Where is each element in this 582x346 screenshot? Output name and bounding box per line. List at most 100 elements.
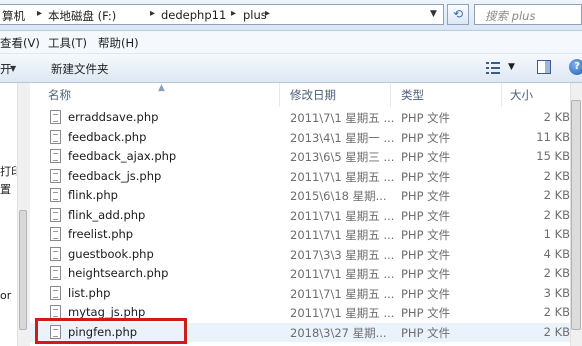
sort-ascending-icon: ▲ [158,83,165,93]
file-date: 2011\7\1 星期五 ... [290,208,395,223]
file-size: 2 KB [543,324,570,339]
php-file-icon [50,168,61,183]
file-name: flink_add.php [68,207,146,222]
file-size: 2 KB [543,305,570,319]
file-row[interactable]: heightsearch.php 2011\7\1 星期五 ... PHP 文件 2 … [30,264,570,284]
file-size: 2 KB [543,266,570,280]
breadcrumb-separator-icon[interactable]: ▸ [231,8,236,19]
breadcrumb-computer[interactable]: 算机 [2,8,25,24]
file-date: 2011\7\1 星期五 ... [290,267,395,281]
highlight-annotation [35,318,187,344]
file-row[interactable]: erraddsave.php 2011\7\1 星期五 ... PHP 文件 2 KB [30,108,570,128]
file-type: PHP 文件 [401,169,451,184]
file-type: PHP 文件 [401,306,451,320]
file-type: PHP 文件 [401,228,451,242]
breadcrumb-separator-icon[interactable]: ▸ [37,8,42,19]
view-options-icon[interactable] [486,62,500,74]
help-icon[interactable]: ? [569,59,582,75]
file-name: feedback.php [68,129,147,144]
php-file-icon [50,207,61,222]
file-type: PHP 文件 [401,325,451,340]
file-row[interactable]: list.php 2011\7\1 星期五 ... PHP 文件 3 KB [30,284,570,304]
column-size-label: 大小 [510,88,533,102]
file-row[interactable]: guestbook.php 2017\3\3 星期五 ... PHP 文件 4 KB [30,245,570,265]
php-file-icon [50,305,61,319]
column-type-label: 类型 [401,88,424,102]
toolbar: 开 ▼ 新建文件夹 ▼ ? [0,54,582,83]
column-header-date[interactable]: 修改日期 [280,83,391,107]
file-date: 2011\7\1 星期五 ... [290,111,395,125]
breadcrumb-separator-icon[interactable]: ▸ [265,8,270,19]
chevron-down-icon[interactable]: ▼ [430,9,437,19]
nav-scrollbar-thumb[interactable] [19,210,27,330]
file-name: guestbook.php [68,246,154,261]
php-file-icon [50,188,61,202]
file-date: 2011\7\1 星期五 ... [290,286,395,301]
file-date: 2011\7\1 星期五 ... [290,169,395,184]
php-file-icon [50,129,61,144]
file-name: freelist.php [68,227,134,241]
php-file-icon [50,110,61,124]
php-file-icon [50,266,61,280]
php-file-icon [50,149,61,163]
address-bar[interactable]: 算机 ▸ 本地磁盘 (F:) ▸ dedephp11 ▸ plus ▸ ▼ [0,4,444,25]
search-input[interactable]: 搜索 plus [474,4,582,25]
file-name: erraddsave.php [68,110,159,124]
nav-item[interactable]: or [0,289,11,302]
nav-item[interactable]: 置 [0,181,11,197]
file-type: PHP 文件 [401,130,451,145]
chevron-down-icon[interactable]: ▼ [508,62,515,72]
column-header-type[interactable]: 类型 [391,83,502,107]
column-date-label: 修改日期 [290,88,336,102]
preview-pane-icon[interactable] [537,60,551,74]
column-header-name[interactable]: 名称 [30,83,280,107]
file-name: heightsearch.php [68,266,169,280]
file-list-scrollbar-thumb[interactable] [571,100,581,330]
breadcrumb-local-disk[interactable]: 本地磁盘 (F:) [48,8,116,24]
file-type: PHP 文件 [401,189,451,203]
file-type: PHP 文件 [401,208,451,223]
menu-tools[interactable]: 工具(T) [48,35,87,51]
file-name: feedback_ajax.php [68,149,177,163]
file-row[interactable]: freelist.php 2011\7\1 星期五 ... PHP 文件 1 KB [30,225,570,245]
file-date: 2011\7\1 星期五 ... [290,228,395,242]
file-date: 2015\6\18 星期... [290,189,387,203]
file-row[interactable]: feedback.php 2013\4\1 星期一 ... PHP 文件 11 KB [30,128,570,148]
file-date: 2011\7\1 星期五 ... [290,306,395,320]
php-file-icon [50,227,61,241]
file-type: PHP 文件 [401,267,451,281]
menu-bar: 查看(V) 工具(T) 帮助(H) [0,31,582,54]
file-type: PHP 文件 [401,286,451,301]
file-name: list.php [68,285,111,300]
breadcrumb-plus[interactable]: plus [243,8,267,22]
file-row[interactable]: flink_add.php 2011\7\1 星期五 ... PHP 文件 2 KB [30,206,570,226]
file-size: 2 KB [543,207,570,222]
menu-view[interactable]: 查看(V) [0,35,40,51]
file-name: mytag_js.php [68,305,146,319]
file-size: 3 KB [543,285,570,300]
menu-help[interactable]: 帮助(H) [98,35,139,51]
breadcrumb-separator-icon[interactable]: ▸ [150,8,155,19]
file-name: feedback_js.php [68,168,162,183]
refresh-button[interactable]: ⟲ [447,4,469,25]
new-folder-button[interactable]: 新建文件夹 [51,61,109,77]
file-size: 2 KB [543,188,570,202]
column-name-label: 名称 [48,88,71,102]
address-bar-row: 算机 ▸ 本地磁盘 (F:) ▸ dedephp11 ▸ plus ▸ ▼ ⟲ … [0,0,582,31]
file-date: 2017\3\3 星期五 ... [290,247,395,262]
refresh-icon: ⟲ [452,7,464,21]
breadcrumb-dedephp11[interactable]: dedephp11 [161,8,226,22]
chevron-down-icon[interactable]: ▼ [10,64,16,73]
file-type: PHP 文件 [401,111,451,125]
column-header-size[interactable]: 大小 [502,83,570,107]
file-row[interactable]: feedback_js.php 2011\7\1 星期五 ... PHP 文件 2 K… [30,167,570,187]
file-size: 2 KB [543,168,570,183]
file-row[interactable]: feedback_ajax.php 2013\6\5 星期三 ... PHP 文件 1… [30,147,570,167]
file-row[interactable]: flink.php 2015\6\18 星期... PHP 文件 2 KB [30,186,570,206]
file-size: 4 KB [543,246,570,261]
file-list: 名称 ▲ 修改日期 类型 大小 erraddsave.php 2011\7\1 星… [30,83,570,346]
file-type: PHP 文件 [401,150,451,164]
file-size: 15 KB [536,149,570,163]
file-date: 2018\3\27 星期... [290,325,387,340]
php-file-icon [50,246,61,261]
